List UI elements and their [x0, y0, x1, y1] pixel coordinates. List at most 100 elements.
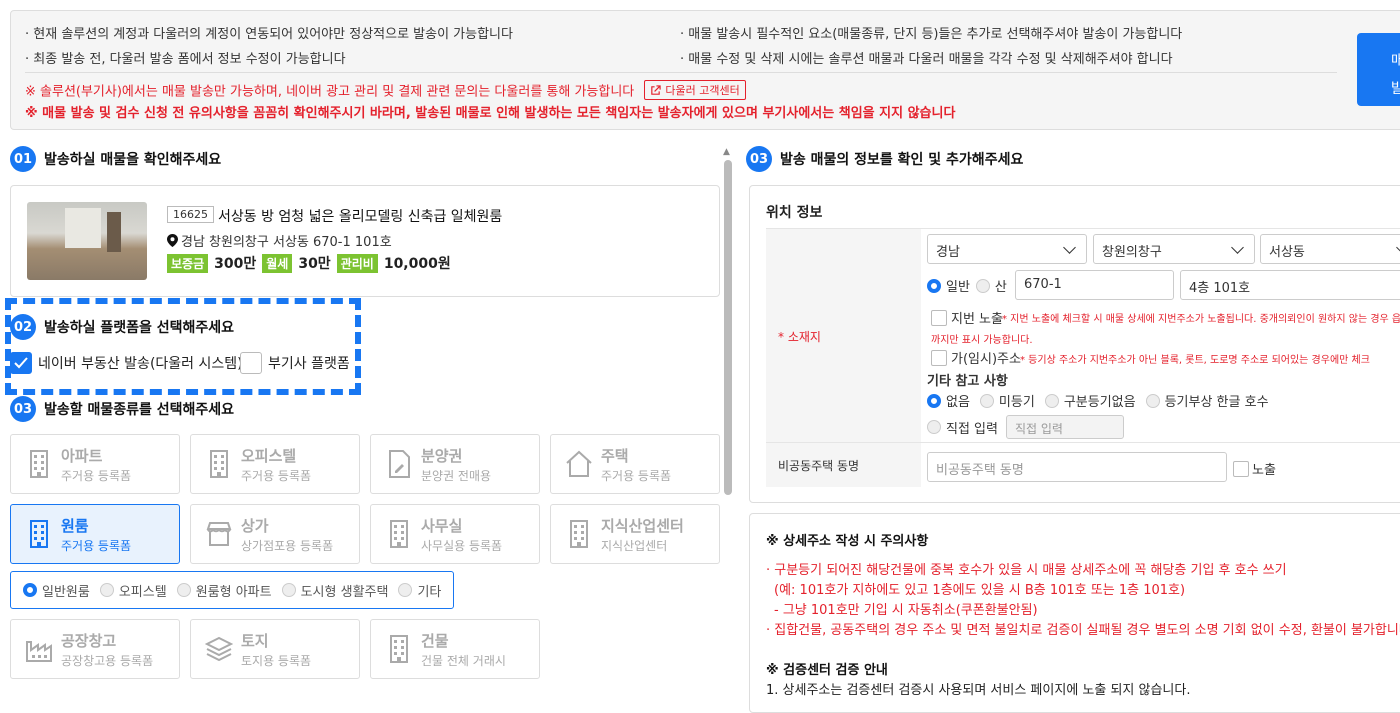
store-icon	[205, 519, 233, 549]
subtype-radio[interactable]: 원룸형 아파트	[176, 581, 272, 600]
etc-radio[interactable]: 구분등기없음	[1044, 391, 1136, 410]
type-tile[interactable]: 주택 주거용 등록폼	[550, 434, 720, 494]
type-tile[interactable]: 아파트 주거용 등록폼	[10, 434, 180, 494]
unit-input[interactable]: 4층 101호	[1180, 270, 1400, 300]
step-number: 02	[10, 314, 36, 340]
notice-line: · 매물 발송시 필수적인 요소(매물종류, 단지 등)들은 추가로 선택해주셔…	[680, 27, 1183, 42]
section-title-info: 03 발송 매물의 정보를 확인 및 추가해주세요	[746, 146, 1023, 172]
type-name: 사무실	[421, 517, 463, 535]
radio-off	[927, 420, 941, 434]
document-edit-icon	[385, 449, 413, 479]
checkbox-checked	[10, 352, 32, 374]
send-button[interactable]: 매 발	[1357, 33, 1400, 106]
subtype-radio-group: 일반원룸 오피스텔 원룸형 아파트 도시형 생활주택 기타	[10, 571, 454, 609]
type-sub: 주거용 등록폼	[61, 539, 132, 553]
map-pin-icon	[167, 234, 178, 247]
nonapt-label: 비공동주택 동명	[778, 459, 860, 473]
direct-input-field[interactable]: 직접 입력	[1005, 415, 1124, 439]
temp-addr-note: * 등기상 주소가 지번주소가 아닌 블록, 롯트, 도로명 주소로 되어있는 …	[1020, 355, 1370, 366]
customer-center-link[interactable]: 다울러 고객센터	[644, 80, 746, 100]
type-tile[interactable]: 오피스텔 주거용 등록폼	[190, 434, 360, 494]
subtype-radio[interactable]: 도시형 생활주택	[281, 581, 388, 600]
addr-type-mountain-radio[interactable]: 산	[975, 276, 1007, 295]
nonapt-placeholder: 비공동주택 동명	[936, 463, 1024, 478]
subtype-radio[interactable]: 오피스텔	[99, 581, 167, 600]
temp-addr-label: 가(임시)주소	[951, 352, 1021, 367]
type-tile[interactable]: 건물 건물 전체 거래시	[370, 619, 540, 679]
notice-warning-text: ※ 솔루션(부기사)에서는 매물 발송만 가능하며, 네이버 광고 관리 및 결…	[25, 84, 635, 100]
scroll-up-arrow[interactable]: ▲	[723, 147, 730, 157]
etc-radio[interactable]: 등기부상 한글 호수	[1145, 391, 1269, 410]
building-icon	[205, 449, 233, 479]
radio-on	[927, 393, 941, 408]
unit-value: 4층 101호	[1189, 281, 1251, 296]
type-name: 지식산업센터	[601, 517, 684, 535]
step-number: 03	[10, 396, 36, 422]
section-title-type: 03 발송할 매물종류를 선택해주세요	[10, 396, 234, 422]
nonapt-input[interactable]: 비공동주택 동명	[927, 452, 1227, 482]
notice-line: · 매물 수정 및 삭제 시에는 솔루션 매물과 다울러 매물을 각각 수정 및…	[680, 52, 1173, 67]
type-tile[interactable]: 사무실 사무실용 등록폼	[370, 504, 540, 564]
radio-label: 원룸형 아파트	[195, 584, 272, 600]
type-tile[interactable]: 분양권 분양권 전매용	[370, 434, 540, 494]
caution-line: · 구분등기 되어진 해당건물에 중복 호수가 있을 시 매물 상세주소에 꼭 …	[766, 563, 1287, 578]
expose-checkbox[interactable]: 노출	[1233, 459, 1276, 478]
dong-select[interactable]: 서상동	[1260, 234, 1400, 264]
building-icon	[25, 519, 53, 549]
section-title-text: 발송 매물의 정보를 확인 및 추가해주세요	[780, 152, 1024, 168]
platform-bugisa-checkbox[interactable]: 부기사 플랫폼	[240, 352, 350, 374]
radio-off	[99, 583, 114, 597]
sido-select[interactable]: 경남	[927, 234, 1087, 264]
etc-radio[interactable]: 미등기	[979, 391, 1035, 410]
type-name: 아파트	[61, 447, 103, 465]
type-tile[interactable]: 지식산업센터 지식산업센터	[550, 504, 720, 564]
address-label: * 소재지	[778, 330, 821, 344]
type-name: 원룸	[61, 517, 89, 535]
property-address: 경남 창원의창구 서상동 670-1 101호	[167, 231, 392, 250]
checkbox-unchecked	[1233, 460, 1249, 477]
checkbox-unchecked	[931, 309, 947, 326]
etc-radio[interactable]: 없음	[927, 391, 970, 410]
type-sub: 토지용 등록폼	[241, 654, 312, 668]
deposit-tag: 보증금	[167, 253, 209, 273]
property-card[interactable]: 16625 서상동 방 엄청 넓은 올리모델링 신축급 일체원룸 경남 창원의창…	[10, 185, 720, 297]
radio-on	[927, 278, 941, 293]
radio-on	[23, 583, 37, 597]
lot-number-input[interactable]: 670-1	[1015, 270, 1174, 300]
type-tile[interactable]: 공장창고 공장창고용 등록폼	[10, 619, 180, 679]
type-tile[interactable]: 토지 토지용 등록폼	[190, 619, 360, 679]
checkbox-unchecked	[931, 349, 947, 366]
customer-center-link-label: 다울러 고객센터	[665, 84, 740, 97]
radio-label: 직접 입력	[946, 421, 998, 437]
type-tile[interactable]: 원룸주거용 등록폼	[10, 504, 180, 564]
subtype-radio[interactable]: 일반원룸	[23, 581, 90, 600]
direct-input-radio[interactable]: 직접 입력	[927, 418, 998, 437]
lot-expose-checkbox[interactable]: 지번 노출	[931, 308, 1003, 327]
subtype-radio[interactable]: 기타	[398, 581, 441, 600]
house-icon	[565, 449, 593, 479]
caution-line: 1. 상세주소는 검증센터 검증시 사용되며 서비스 페이지에 노출 되지 않습…	[766, 683, 1191, 698]
radio-off	[398, 583, 413, 597]
price-row: 보증금 300만 월세 30만 관리비 10,000원	[167, 253, 451, 273]
section-title-platform: 02 발송하실 플랫폼을 선택해주세요	[10, 314, 234, 340]
building-icon	[25, 449, 53, 479]
section-title-text: 발송할 매물종류를 선택해주세요	[44, 402, 235, 418]
property-title: 서상동 방 엄청 넓은 올리모델링 신축급 일체원룸	[218, 209, 503, 225]
temp-addr-checkbox[interactable]: 가(임시)주소	[931, 348, 1021, 367]
addr-type-general-radio[interactable]: 일반	[927, 276, 970, 295]
type-sub: 지식산업센터	[601, 539, 668, 553]
send-button-label: 매 발	[1391, 53, 1400, 97]
lot-value: 670-1	[1024, 277, 1062, 292]
notice-line: · 현재 솔루션의 계정과 다울러의 계정이 연동되어 있어야만 정상적으로 발…	[25, 27, 513, 42]
type-tile[interactable]: 상가 상가점포용 등록폼	[190, 504, 360, 564]
platform-label: 네이버 부동산 발송(다울러 시스템)	[38, 356, 243, 372]
building-icon	[385, 519, 413, 549]
radio-label: 일반	[946, 280, 970, 295]
type-sub: 분양권 전매용	[421, 469, 492, 483]
section-title-property: 01 발송하실 매물을 확인해주세요	[10, 146, 221, 172]
type-name: 오피스텔	[241, 447, 297, 465]
platform-naver-checkbox[interactable]: 네이버 부동산 발송(다울러 시스템)	[10, 352, 243, 374]
scrollbar-thumb[interactable]	[724, 160, 732, 495]
sigungu-select[interactable]: 창원의창구	[1093, 234, 1255, 264]
notice-line: · 최종 발송 전, 다울러 발송 폼에서 정보 수정이 가능합니다	[25, 52, 346, 67]
